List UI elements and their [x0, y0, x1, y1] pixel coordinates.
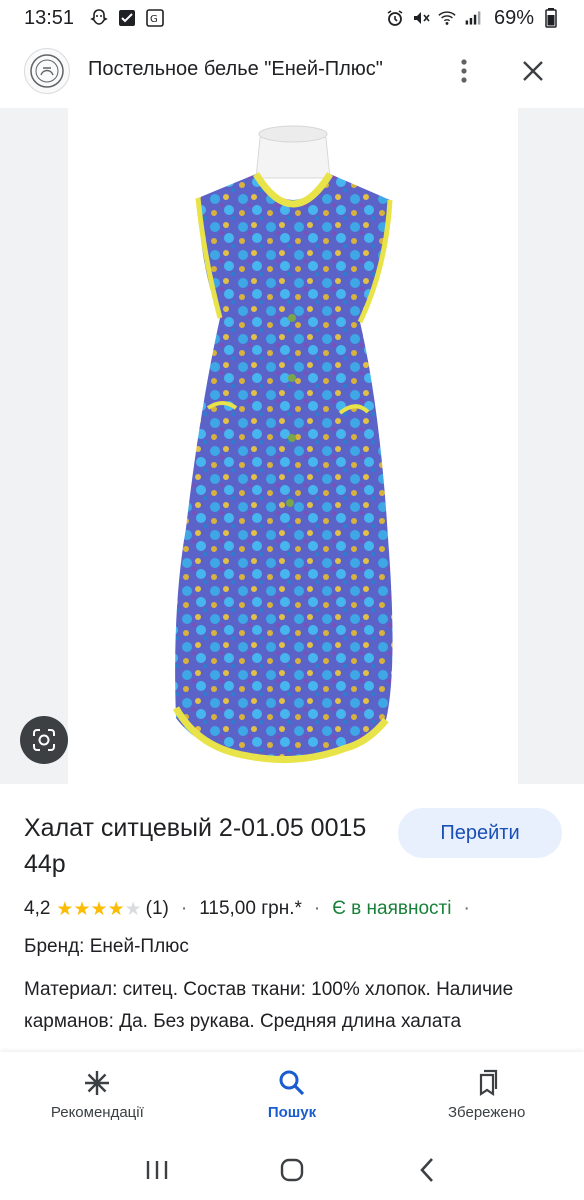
wifi-icon — [438, 9, 456, 27]
signal-icon — [464, 9, 482, 27]
recent-apps-button[interactable] — [137, 1150, 177, 1190]
price: 115,00 грн.* — [199, 898, 302, 919]
nav-saved[interactable]: Збережено — [389, 1052, 584, 1136]
site-title: Постельное белье "Еней-Плюс" — [88, 58, 383, 80]
close-icon — [523, 61, 543, 81]
battery-percent: 69% — [493, 6, 534, 29]
more-options-button[interactable] — [452, 54, 476, 88]
google-lens-button[interactable] — [20, 716, 68, 764]
dress-illustration — [172, 125, 393, 764]
separator-dot: · — [463, 898, 470, 919]
system-status-icons: 69% — [386, 7, 560, 30]
svg-text:G: G — [150, 14, 158, 25]
seal-icon — [30, 54, 64, 88]
checkbox-icon — [118, 9, 136, 27]
close-button[interactable] — [516, 54, 550, 88]
product-description: Материал: ситец. Состав ткани: 100% хлоп… — [24, 979, 514, 1032]
system-navigation-bar — [0, 1140, 584, 1200]
more-vert-icon — [461, 59, 467, 83]
status-time: 13:51 — [24, 6, 75, 29]
home-icon — [280, 1158, 304, 1182]
review-count[interactable]: (1) — [146, 898, 169, 920]
app-bar: Постельное белье "Еней-Плюс" — [0, 40, 584, 104]
battery-icon — [542, 8, 560, 28]
availability-status: Є в наявності — [332, 898, 452, 919]
asterisk-icon — [82, 1068, 112, 1098]
star-filled-icon: ★ — [73, 898, 91, 920]
status-bar: 13:51 G 69% — [0, 0, 584, 36]
star-filled-icon: ★ — [107, 898, 125, 920]
product-image-area[interactable] — [0, 108, 584, 784]
separator-dot: · — [180, 898, 188, 919]
brand: Бренд: Еней-Плюс — [24, 936, 189, 957]
snapchat-ghost-icon — [90, 9, 108, 27]
go-to-site-button[interactable]: Перейти — [398, 808, 562, 858]
rating-row: 4,2 ★ ★ ★ ★ ★ (1) · 115,00 грн.* · Є в наявн… — [24, 896, 482, 922]
site-logo — [24, 48, 70, 94]
star-empty-icon: ★ — [124, 898, 142, 920]
back-icon — [419, 1158, 433, 1182]
bottom-navigation: Рекомендації Пошук Збережено — [0, 1052, 584, 1136]
star-filled-icon: ★ — [90, 898, 108, 920]
separator-dot: · — [313, 898, 321, 919]
nav-label: Рекомендації — [50, 1104, 144, 1121]
nav-label: Пошук — [267, 1104, 317, 1121]
home-button[interactable] — [272, 1150, 312, 1190]
recents-icon — [147, 1161, 168, 1179]
translate-icon: G — [146, 9, 164, 27]
product-title: Халат ситцевый 2-01.05 0015 44р — [24, 814, 367, 878]
star-filled-icon: ★ — [56, 898, 74, 920]
notification-icons: G — [90, 9, 164, 27]
product-image[interactable] — [68, 108, 518, 784]
search-icon — [277, 1068, 307, 1098]
back-button[interactable] — [407, 1150, 447, 1190]
bookmarks-icon — [472, 1068, 502, 1098]
nav-search[interactable]: Пошук — [195, 1052, 390, 1136]
alarm-icon — [386, 9, 404, 27]
rating-value: 4,2 — [24, 898, 51, 919]
nav-recommendations[interactable]: Рекомендації — [0, 1052, 195, 1136]
lens-icon — [33, 729, 55, 751]
rating-stars: ★ ★ ★ ★ ★ — [56, 900, 141, 919]
nav-label: Збережено — [448, 1104, 526, 1121]
mute-icon — [412, 9, 430, 27]
